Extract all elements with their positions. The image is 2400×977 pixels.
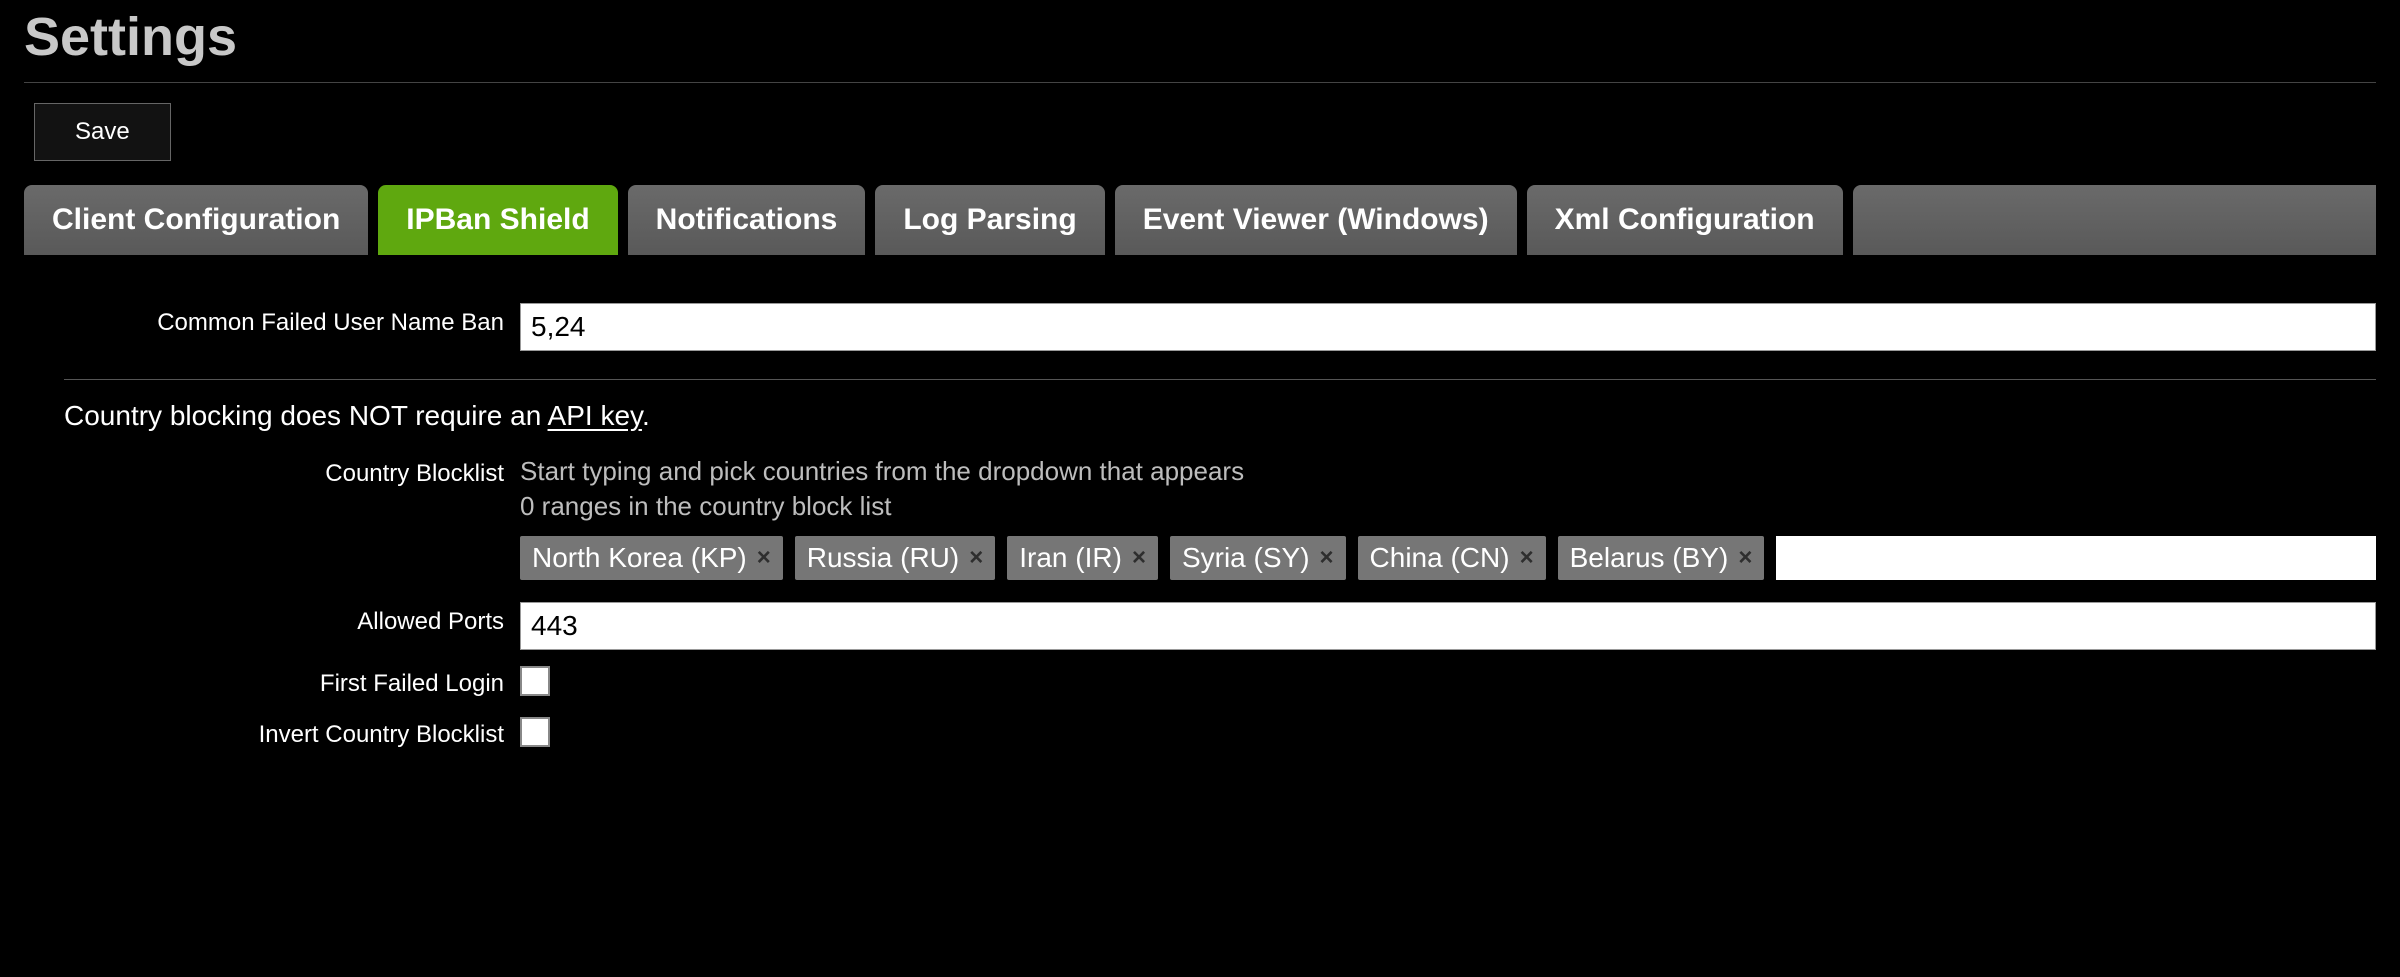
invert-country-blocklist-checkbox[interactable] [520, 717, 550, 747]
country-chip-label: Russia (RU) [807, 542, 959, 574]
close-icon[interactable]: × [1132, 546, 1146, 570]
country-chip-label: Syria (SY) [1182, 542, 1310, 574]
close-icon[interactable]: × [1738, 546, 1752, 570]
country-chip-label: Belarus (BY) [1570, 542, 1729, 574]
country-info-prefix: Country blocking does NOT require an [64, 400, 548, 431]
country-blocklist-helper-line2: 0 ranges in the country block list [520, 489, 2376, 524]
invert-country-blocklist-label: Invert Country Blocklist [24, 715, 520, 749]
close-icon[interactable]: × [1520, 546, 1534, 570]
tab-event-viewer-windows[interactable]: Event Viewer (Windows) [1115, 185, 1517, 255]
tab-log-parsing[interactable]: Log Parsing [875, 185, 1104, 255]
api-key-link[interactable]: API key [548, 400, 642, 431]
country-chip: Belarus (BY) × [1558, 536, 1765, 580]
page-title: Settings [24, 0, 2376, 82]
save-button[interactable]: Save [34, 103, 171, 161]
country-blocklist-helper-line1: Start typing and pick countries from the… [520, 454, 2376, 489]
allowed-ports-label: Allowed Ports [24, 602, 520, 636]
close-icon[interactable]: × [757, 546, 771, 570]
country-chip: Iran (IR) × [1007, 536, 1158, 580]
form-area: Common Failed User Name Ban Country bloc… [24, 255, 2376, 752]
first-failed-login-label: First Failed Login [24, 664, 520, 698]
country-chip: Russia (RU) × [795, 536, 995, 580]
tab-notifications[interactable]: Notifications [628, 185, 866, 255]
tab-tail [1853, 185, 2376, 255]
section-divider [64, 379, 2376, 380]
allowed-ports-input[interactable] [520, 602, 2376, 650]
country-chip: Syria (SY) × [1170, 536, 1346, 580]
country-chip-label: China (CN) [1370, 542, 1510, 574]
country-info-suffix: . [642, 400, 650, 431]
close-icon[interactable]: × [1320, 546, 1334, 570]
country-chip: China (CN) × [1358, 536, 1546, 580]
country-chip-label: Iran (IR) [1019, 542, 1122, 574]
tab-ipban-shield[interactable]: IPBan Shield [378, 185, 617, 255]
country-blocklist-label: Country Blocklist [24, 454, 520, 488]
common-failed-ban-label: Common Failed User Name Ban [24, 303, 520, 337]
tab-client-configuration[interactable]: Client Configuration [24, 185, 368, 255]
country-chip-row: North Korea (KP)×Russia (RU)×Iran (IR)×S… [520, 536, 2376, 580]
first-failed-login-checkbox[interactable] [520, 666, 550, 696]
country-chip-label: North Korea (KP) [532, 542, 747, 574]
common-failed-ban-input[interactable] [520, 303, 2376, 351]
country-chip: North Korea (KP) × [520, 536, 783, 580]
close-icon[interactable]: × [969, 546, 983, 570]
tab-bar: Client ConfigurationIPBan ShieldNotifica… [24, 185, 2376, 255]
tab-xml-configuration[interactable]: Xml Configuration [1527, 185, 1843, 255]
country-blocking-info: Country blocking does NOT require an API… [64, 400, 2376, 432]
country-blocklist-input[interactable] [1776, 536, 2376, 580]
title-divider [24, 82, 2376, 83]
